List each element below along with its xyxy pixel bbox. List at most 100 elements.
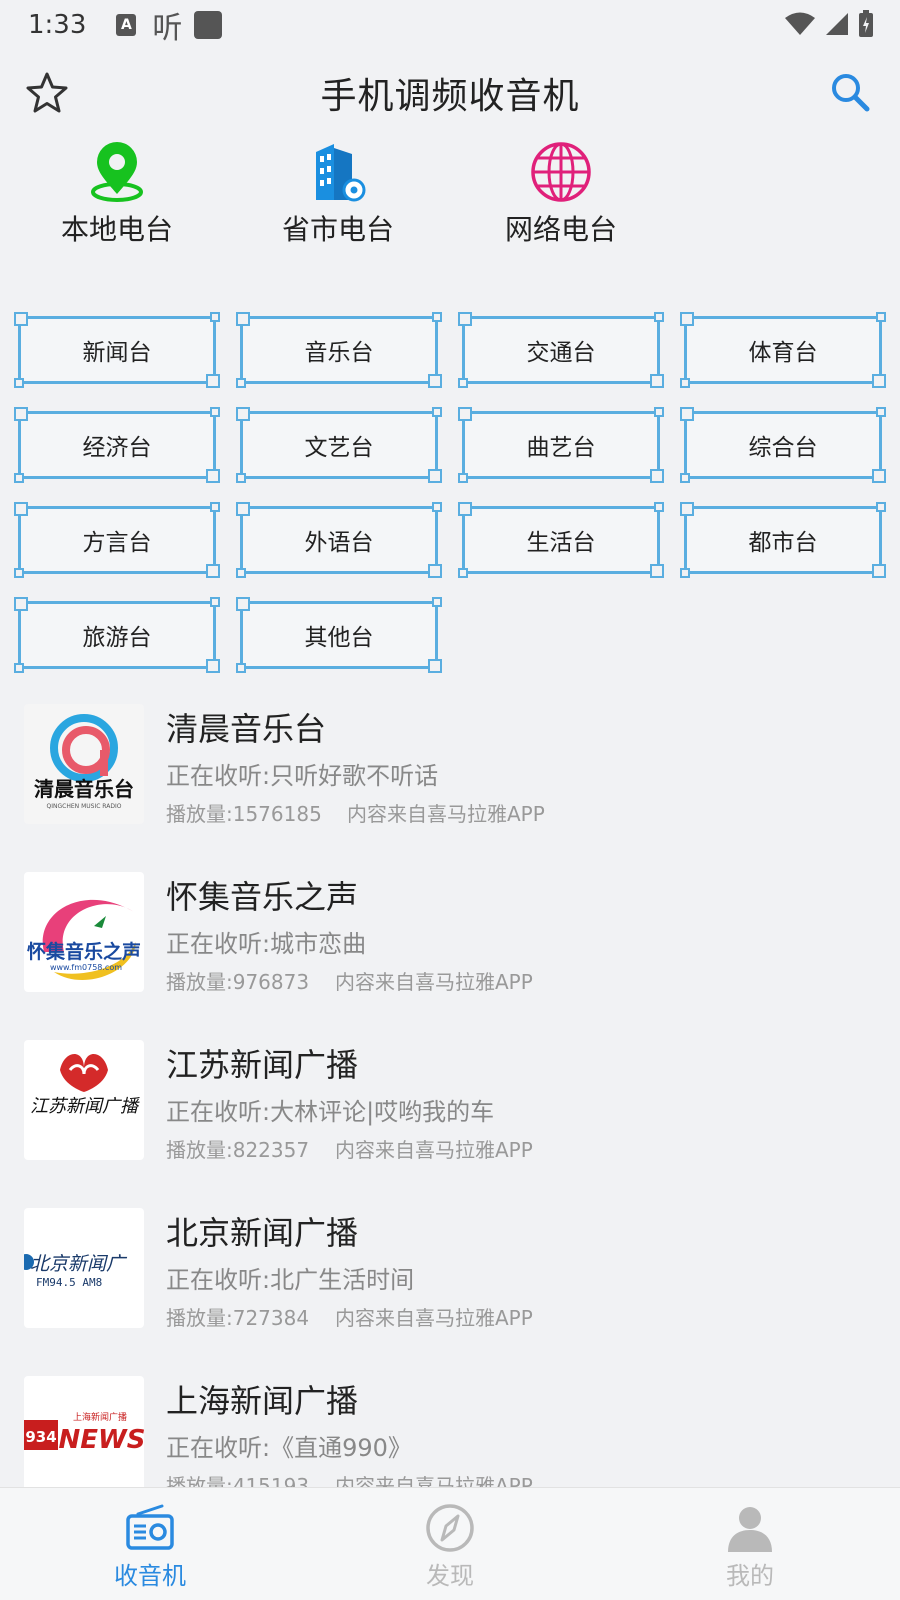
tab-radio[interactable]: 收音机 xyxy=(80,1502,220,1591)
category-label: 网络电台 xyxy=(504,213,617,246)
station-logo-text: 北京新闻广 xyxy=(30,1253,128,1275)
station-item[interactable]: 江苏新闻广播 江苏新闻广播 正在收听:大林评论|哎哟我的车 播放量:822357… xyxy=(24,1040,874,1170)
genre-label: 都市台 xyxy=(748,530,818,556)
globe-icon xyxy=(531,142,591,202)
station-now-playing: 正在收听:只听好歌不听话 xyxy=(166,762,439,790)
genre-label: 曲艺台 xyxy=(526,435,596,461)
user-icon xyxy=(728,1507,772,1552)
status-bar: 1:33 A 听 xyxy=(0,0,900,50)
beijing-logo-icon: 北京新闻广 FM94.5 AM8 xyxy=(24,1253,128,1289)
genre-button-opera[interactable]: 曲艺台 xyxy=(458,407,664,483)
category-network[interactable]: 网络电台 xyxy=(481,140,641,248)
station-source: 内容来自喜马拉雅APP xyxy=(347,802,545,826)
genre-button-travel[interactable]: 旅游台 xyxy=(14,597,220,673)
station-now-playing: 正在收听:《直通990》 xyxy=(166,1434,412,1462)
genre-button-other[interactable]: 其他台 xyxy=(236,597,442,673)
genre-button-dialect[interactable]: 方言台 xyxy=(14,502,220,578)
category-province[interactable]: 省市电台 xyxy=(258,140,418,248)
tab-discover[interactable]: 发现 xyxy=(380,1502,520,1591)
station-name: 怀集音乐之声 xyxy=(166,878,359,916)
station-logo: 清晨音乐台 QINGCHEN MUSIC RADIO xyxy=(24,704,144,824)
genre-button-music[interactable]: 音乐台 xyxy=(236,312,442,388)
station-name: 北京新闻广播 xyxy=(166,1214,359,1252)
station-item[interactable]: 清晨音乐台 QINGCHEN MUSIC RADIO 清晨音乐台 正在收听:只听… xyxy=(24,704,874,834)
station-play-count: 播放量:727384 xyxy=(166,1306,310,1330)
status-time: 1:33 xyxy=(28,10,87,40)
station-logo-subtext: 上海新闻广播 xyxy=(73,1411,127,1423)
station-now-playing: 正在收听:北广生活时间 xyxy=(166,1266,415,1294)
station-logo-subtext: www.fm0758.com xyxy=(50,963,122,972)
station-now-playing: 正在收听:大林评论|哎哟我的车 xyxy=(166,1098,495,1126)
genre-button-general[interactable]: 综合台 xyxy=(680,407,886,483)
genre-label: 综合台 xyxy=(748,435,818,461)
genre-button-economy[interactable]: 经济台 xyxy=(14,407,220,483)
category-label: 省市电台 xyxy=(281,213,394,246)
station-play-count: 播放量:976873 xyxy=(166,970,310,994)
station-play-count: 播放量:822357 xyxy=(166,1138,310,1162)
qingchen-logo-icon: 清晨音乐台 QINGCHEN MUSIC RADIO xyxy=(34,714,134,810)
genre-button-life[interactable]: 生活台 xyxy=(458,502,664,578)
station-logo-subtext: FM94.5 AM8 xyxy=(36,1276,102,1289)
location-pin-icon xyxy=(91,142,143,202)
station-name: 江苏新闻广播 xyxy=(166,1046,359,1084)
genre-label: 旅游台 xyxy=(82,625,152,651)
radio-icon xyxy=(126,1504,174,1550)
station-logo-text: NEWS xyxy=(59,1425,144,1455)
search-icon[interactable] xyxy=(828,70,872,114)
status-indicators xyxy=(784,10,874,38)
signal-icon xyxy=(826,13,848,35)
genre-label: 新闻台 xyxy=(82,340,152,366)
station-item[interactable]: 北京新闻广 FM94.5 AM8 北京新闻广播 正在收听:北广生活时间 播放量:… xyxy=(24,1208,874,1338)
station-logo-text: 清晨音乐台 xyxy=(34,777,134,801)
huaiji-logo-icon: 怀集音乐之声 www.fm0758.com xyxy=(27,899,141,981)
app-notification-icon: A xyxy=(116,14,137,36)
genre-button-foreign[interactable]: 外语台 xyxy=(236,502,442,578)
genre-label: 文艺台 xyxy=(304,435,374,461)
wifi-icon xyxy=(785,12,815,35)
genre-button-news[interactable]: 新闻台 xyxy=(14,312,220,388)
jiangsu-logo-icon: 江苏新闻广播 xyxy=(30,1053,140,1117)
genre-label: 其他台 xyxy=(304,625,374,651)
app-square-icon xyxy=(194,11,223,39)
station-source: 内容来自喜马拉雅APP xyxy=(335,1138,533,1162)
genre-button-sports[interactable]: 体育台 xyxy=(680,312,886,388)
station-name: 清晨音乐台 xyxy=(166,710,327,748)
genre-label: 经济台 xyxy=(82,435,152,461)
station-logo: 北京新闻广 FM94.5 AM8 xyxy=(24,1208,144,1328)
bottom-nav: 收音机 发现 我的 xyxy=(0,1487,900,1600)
genre-label: 音乐台 xyxy=(304,340,374,366)
category-row: 本地电台 省市电台 网络电台 xyxy=(0,140,900,260)
station-logo-subtext: QINGCHEN MUSIC RADIO xyxy=(47,803,122,810)
genre-button-traffic[interactable]: 交通台 xyxy=(458,312,664,388)
favorite-star-icon[interactable] xyxy=(24,70,70,116)
compass-icon xyxy=(426,1504,474,1552)
station-logo-number: 934 xyxy=(25,1428,56,1446)
category-local[interactable]: 本地电台 xyxy=(37,140,197,248)
station-name: 上海新闻广播 xyxy=(166,1382,359,1420)
tab-label: 收音机 xyxy=(114,1562,186,1590)
app-header: 手机调频收音机 xyxy=(0,50,900,136)
station-logo: 怀集音乐之声 www.fm0758.com xyxy=(24,872,144,992)
genre-button-arts[interactable]: 文艺台 xyxy=(236,407,442,483)
tab-mine[interactable]: 我的 xyxy=(680,1502,820,1591)
station-source: 内容来自喜马拉雅APP xyxy=(335,1306,533,1330)
genre-label: 外语台 xyxy=(304,530,374,556)
station-logo: 江苏新闻广播 xyxy=(24,1040,144,1160)
station-logo-text: 江苏新闻广播 xyxy=(30,1096,140,1117)
genre-label: 体育台 xyxy=(748,340,818,366)
shanghai-news-logo-icon: 934 上海新闻广播 NEWS xyxy=(24,1411,144,1455)
station-logo: 934 上海新闻广播 NEWS xyxy=(24,1376,144,1496)
ting-app-icon: 听 xyxy=(152,11,183,46)
tab-label: 我的 xyxy=(726,1562,774,1590)
genre-label: 方言台 xyxy=(82,530,152,556)
genre-button-city[interactable]: 都市台 xyxy=(680,502,886,578)
station-item[interactable]: 怀集音乐之声 www.fm0758.com 怀集音乐之声 正在收听:城市恋曲 播… xyxy=(24,872,874,1002)
building-icon xyxy=(316,144,366,202)
genre-label: 生活台 xyxy=(526,530,596,556)
battery-icon xyxy=(859,10,873,37)
station-play-count: 播放量:1576185 xyxy=(166,802,322,826)
tab-label: 发现 xyxy=(426,1562,474,1590)
station-now-playing: 正在收听:城市恋曲 xyxy=(166,930,367,958)
page-title: 手机调频收音机 xyxy=(320,76,580,117)
category-label: 本地电台 xyxy=(60,213,173,246)
